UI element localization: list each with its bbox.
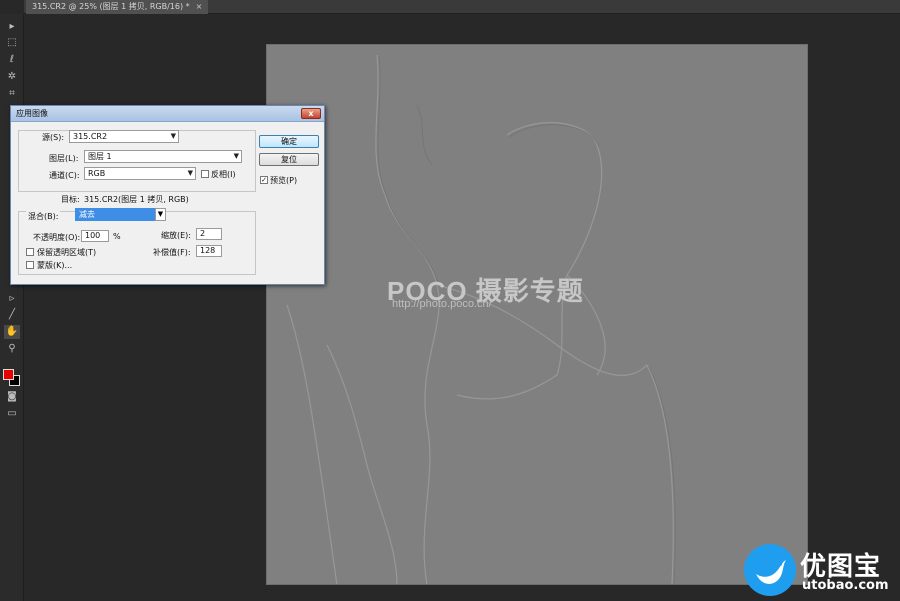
layer-select[interactable]: 图层 1 ▼ <box>84 150 242 163</box>
source-label: 源(S): <box>42 133 65 142</box>
quick-mask-icon[interactable]: ◙ <box>4 390 20 404</box>
opacity-input[interactable]: 100 <box>81 230 109 242</box>
invert-checkbox[interactable] <box>201 170 209 178</box>
watermark-url: http://photo.poco.cn/ <box>392 298 492 310</box>
close-icon[interactable]: × <box>196 0 203 14</box>
close-icon[interactable]: x <box>301 108 321 119</box>
invert-label: 反相(I) <box>211 170 236 179</box>
document-tab[interactable]: 315.CR2 @ 25% (图层 1 拷贝, RGB/16) * × <box>26 0 209 14</box>
hand-icon[interactable]: ✋ <box>4 325 20 339</box>
lasso-icon[interactable]: ℓ <box>4 53 20 67</box>
blend-value: 减去 <box>79 210 95 219</box>
path-select-icon[interactable]: ▹ <box>4 292 20 306</box>
zoom-icon[interactable]: ⚲ <box>4 342 20 356</box>
offset-input[interactable]: 128 <box>196 245 222 257</box>
chevron-down-icon: ▼ <box>187 169 193 177</box>
target-label: 目标: <box>61 195 80 204</box>
offset-label: 补偿值(F): <box>153 248 191 257</box>
screen-mode-icon[interactable]: ▭ <box>4 407 20 421</box>
mask-label: 蒙版(K)... <box>37 261 73 270</box>
site-logo: 优图宝 utobao.com <box>740 540 900 600</box>
apply-image-dialog: 应用图像 x 源(S): 315.CR2 ▼ 图层(L): 图层 1 ▼ 通道(… <box>10 105 325 285</box>
move-icon[interactable]: ▸ <box>4 20 20 34</box>
crop-icon[interactable]: ⌗ <box>4 87 20 101</box>
source-value: 315.CR2 <box>73 132 108 141</box>
channel-label: 通道(C): <box>49 171 80 180</box>
layer-value: 图层 1 <box>88 152 112 161</box>
preserve-transparency-checkbox[interactable] <box>26 248 34 256</box>
scale-label: 缩放(E): <box>161 231 191 240</box>
photoshop-window: 315.CR2 @ 25% (图层 1 拷贝, RGB/16) * × ▸ ⬚ … <box>0 0 900 601</box>
document-canvas[interactable]: POCO 摄影专题 http://photo.poco.cn/ <box>266 44 808 585</box>
chevron-down-icon: ▼ <box>233 152 239 160</box>
reset-button[interactable]: 复位 <box>259 153 319 166</box>
channel-select[interactable]: RGB ▼ <box>84 167 196 180</box>
blend-select[interactable]: 减去 <box>75 208 155 221</box>
preview-checkbox[interactable]: ✓ <box>260 176 268 184</box>
tools-panel: ▸ ⬚ ℓ ✲ ⌗ ▹ ╱ ✋ ⚲ ◙ ▭ <box>0 14 24 601</box>
chevron-down-icon[interactable]: ▼ <box>155 208 166 221</box>
layer-label: 图层(L): <box>49 154 79 163</box>
marquee-icon[interactable]: ⬚ <box>4 36 20 50</box>
high-pass-image <box>286 54 676 584</box>
source-select[interactable]: 315.CR2 ▼ <box>69 130 179 143</box>
logo-url: utobao.com <box>802 578 889 593</box>
preview-label: 预览(P) <box>270 176 298 185</box>
document-tab-title: 315.CR2 @ 25% (图层 1 拷贝, RGB/16) * <box>32 2 190 11</box>
foreground-color-swatch[interactable] <box>3 369 14 380</box>
ok-button[interactable]: 确定 <box>259 135 319 148</box>
target-value: 315.CR2(图层 1 拷贝, RGB) <box>84 195 189 204</box>
dialog-title-bar[interactable]: 应用图像 x <box>11 106 324 122</box>
document-tab-bar: 315.CR2 @ 25% (图层 1 拷贝, RGB/16) * × <box>24 0 900 14</box>
dialog-title: 应用图像 <box>16 109 48 118</box>
chevron-down-icon: ▼ <box>170 132 176 140</box>
bird-logo-icon <box>744 544 796 596</box>
opacity-unit: % <box>113 232 121 241</box>
preserve-transparency-label: 保留透明区域(T) <box>37 248 97 257</box>
line-icon[interactable]: ╱ <box>4 308 20 322</box>
magic-wand-icon[interactable]: ✲ <box>4 70 20 84</box>
mask-checkbox[interactable] <box>26 261 34 269</box>
channel-value: RGB <box>88 169 106 178</box>
opacity-label: 不透明度(O): <box>33 233 81 242</box>
scale-input[interactable]: 2 <box>196 228 222 240</box>
blend-label: 混合(B): <box>26 211 61 222</box>
